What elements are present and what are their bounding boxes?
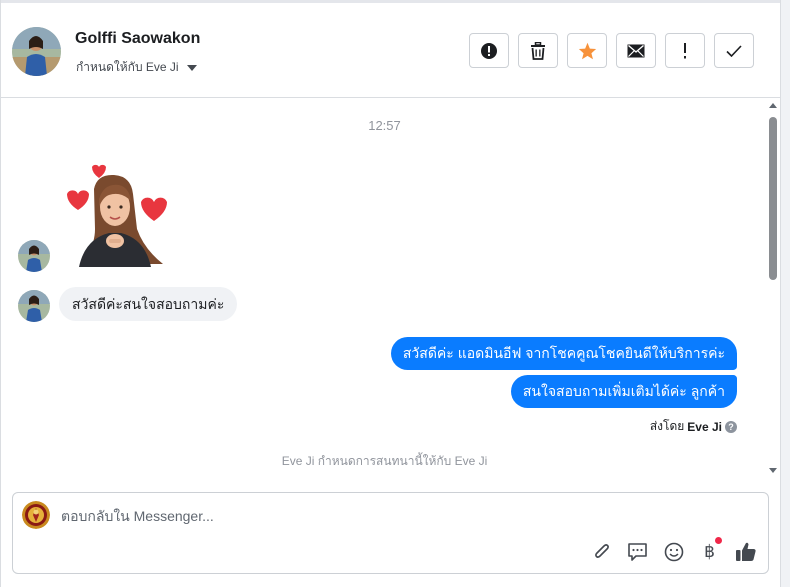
system-note: Eve Ji กำหนดการสนทนานี้ให้กับ Eve Ji	[281, 454, 488, 468]
assignee-dropdown[interactable]: กำหนดให้กับ Eve Ji	[76, 58, 197, 77]
emoji-button[interactable]	[661, 539, 686, 564]
delete-button[interactable]	[518, 33, 558, 68]
notification-dot	[715, 537, 722, 544]
emoji-icon	[664, 542, 683, 561]
scroll-down-arrow[interactable]	[769, 468, 777, 473]
composer-tools: ฿	[589, 537, 758, 564]
mark-unread-button[interactable]	[616, 33, 656, 68]
contact-name: Golffi Saowakon	[75, 30, 201, 47]
star-button[interactable]	[567, 33, 607, 68]
scroll-up-arrow[interactable]	[769, 103, 777, 108]
sticker-message[interactable]	[59, 159, 175, 269]
envelope-icon	[627, 44, 645, 57]
outgoing-message[interactable]: สนใจสอบถามเพิ่มเติมได้ค่ะ ลูกค้า	[510, 375, 737, 408]
sent-by-label: ส่งโดย Eve Ji ?	[650, 417, 737, 436]
like-button[interactable]	[733, 539, 758, 564]
page-avatar	[22, 501, 50, 529]
checkmark-icon	[726, 44, 742, 57]
incoming-message[interactable]: สวัสดีค่ะสนใจสอบถามค่ะ	[59, 287, 238, 321]
header-actions	[469, 33, 754, 68]
reply-input[interactable]	[61, 505, 621, 527]
outgoing-message[interactable]: สวัสดีค่ะ แอดมินอีฟ จากโชคคูณโชคยินดีให้…	[390, 337, 737, 370]
saved-replies-button[interactable]	[625, 539, 650, 564]
question-icon[interactable]: ?	[725, 420, 737, 433]
conversation-header: Golffi Saowakon กำหนดให้กับ Eve Ji	[1, 3, 780, 98]
thumbs-up-icon	[735, 542, 756, 561]
reply-composer: ฿	[12, 492, 769, 574]
sent-by-prefix: ส่งโดย	[649, 419, 685, 433]
chevron-down-icon	[186, 64, 197, 71]
payment-button[interactable]: ฿	[697, 537, 722, 564]
star-icon	[578, 42, 596, 59]
trash-icon	[531, 41, 545, 60]
attach-button[interactable]	[589, 539, 614, 564]
right-gutter	[780, 0, 790, 587]
assignee-label: กำหนดให้กับ Eve Ji	[76, 60, 179, 74]
contact-avatar[interactable]	[12, 27, 61, 76]
conversation-thread: 12:57 สวัสดีค่ะสนใจสอบถามค่ะ สวัสดีค่ะ แ…	[1, 99, 768, 481]
scrollbar[interactable]	[766, 99, 780, 481]
contact-avatar-small	[18, 290, 50, 322]
paperclip-icon	[594, 543, 609, 558]
alert-circle-icon	[481, 42, 497, 59]
exclamation-icon	[684, 42, 686, 58]
sent-by-name: Eve Ji	[687, 419, 722, 434]
contact-avatar-small	[18, 240, 50, 272]
baht-icon: ฿	[704, 541, 715, 562]
spam-button[interactable]	[469, 33, 509, 68]
message-timestamp: 12:57	[368, 118, 401, 133]
speech-bubble-icon	[628, 542, 647, 561]
mark-done-button[interactable]	[714, 33, 754, 68]
scroll-thumb[interactable]	[769, 117, 777, 280]
follow-up-button[interactable]	[665, 33, 705, 68]
